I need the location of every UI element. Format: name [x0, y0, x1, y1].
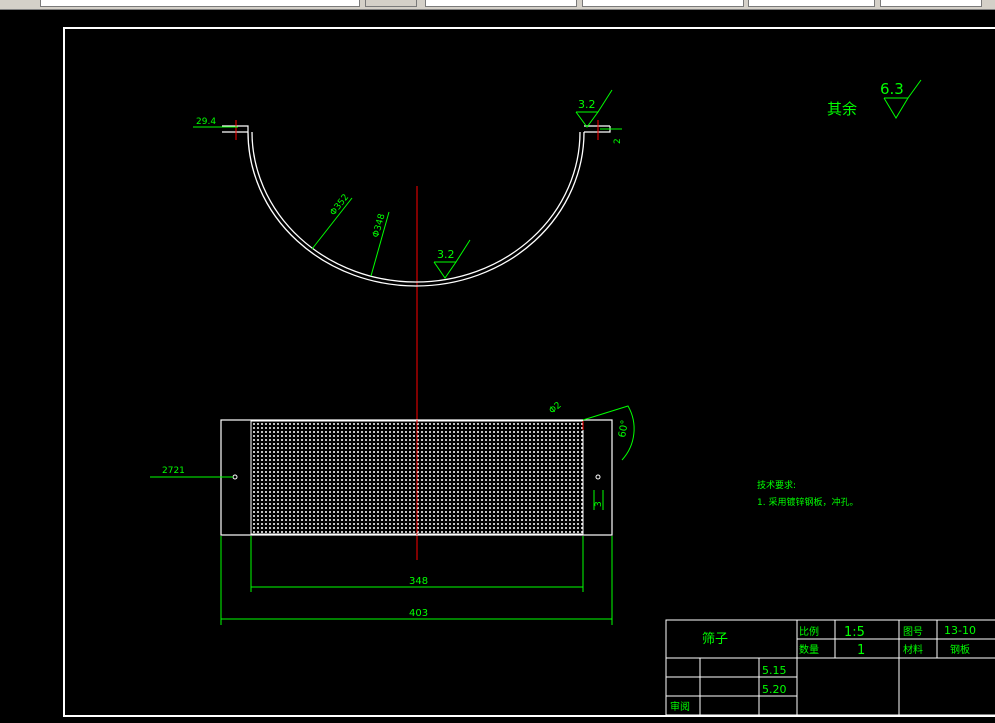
dim-29-4-text: 29.4: [196, 117, 216, 127]
tb-drawing-no-label: 图号: [903, 626, 923, 638]
notes-title: 技术要求:: [757, 479, 796, 491]
dim-right-small-text: 2: [613, 138, 623, 144]
toolbar-combo-layer[interactable]: [40, 0, 360, 7]
dim-348-text: 348: [409, 576, 428, 587]
general-finish-label: 其余: [827, 100, 857, 118]
tb-material-value: 钢板: [950, 643, 970, 656]
general-finish-value: 6.3: [880, 80, 904, 98]
tb-date-2: 5.20: [762, 683, 787, 696]
hole-right: [595, 474, 601, 480]
toolbar-combo-color[interactable]: [425, 0, 577, 7]
roughness-bottom-value: 3.2: [437, 248, 455, 261]
toolbar-combo-plotstyle[interactable]: [880, 0, 982, 7]
hole-left: [232, 474, 238, 480]
tb-qty-label: 数量: [799, 643, 819, 656]
tb-scale-value: 1:5: [844, 625, 865, 640]
hole-dia-text: Φ2: [548, 400, 564, 416]
tb-drawing-no-value: 13-10: [944, 624, 976, 637]
toolbar-icon-group[interactable]: [365, 0, 417, 7]
tb-reviewer-label: 审阅: [670, 700, 690, 713]
tb-date-1: 5.15: [762, 664, 787, 677]
sheet-frame: [63, 27, 995, 717]
tb-scale-label: 比例: [799, 625, 819, 638]
notes-item-1: 1. 采用镀锌钢板，冲孔。: [757, 496, 858, 508]
roughness-top-value: 3.2: [578, 98, 596, 111]
tb-material-label: 材料: [903, 643, 923, 656]
side-view: 2721 60° Φ2 3 348 403: [150, 400, 635, 625]
outer-arc: [247, 131, 585, 287]
tb-qty-value: 1: [857, 643, 865, 658]
dim-2721-text: 2721: [162, 466, 185, 476]
dim-403-text: 403: [409, 608, 428, 619]
toolbar-combo-linetype[interactable]: [582, 0, 744, 7]
dim-3-text: 3: [594, 501, 604, 507]
inner-arc: [251, 131, 581, 283]
angle-text: 60°: [617, 419, 631, 438]
tb-part-name: 筛子: [702, 632, 728, 647]
drawing-canvas[interactable]: 29.4 2 Φ352 Φ348 3.2 3.2 其余 6.3 2721 60°…: [0, 10, 995, 723]
general-finish: 其余 6.3: [827, 79, 922, 119]
toolbar-combo-lineweight[interactable]: [748, 0, 875, 7]
top-toolbar: [0, 0, 995, 10]
